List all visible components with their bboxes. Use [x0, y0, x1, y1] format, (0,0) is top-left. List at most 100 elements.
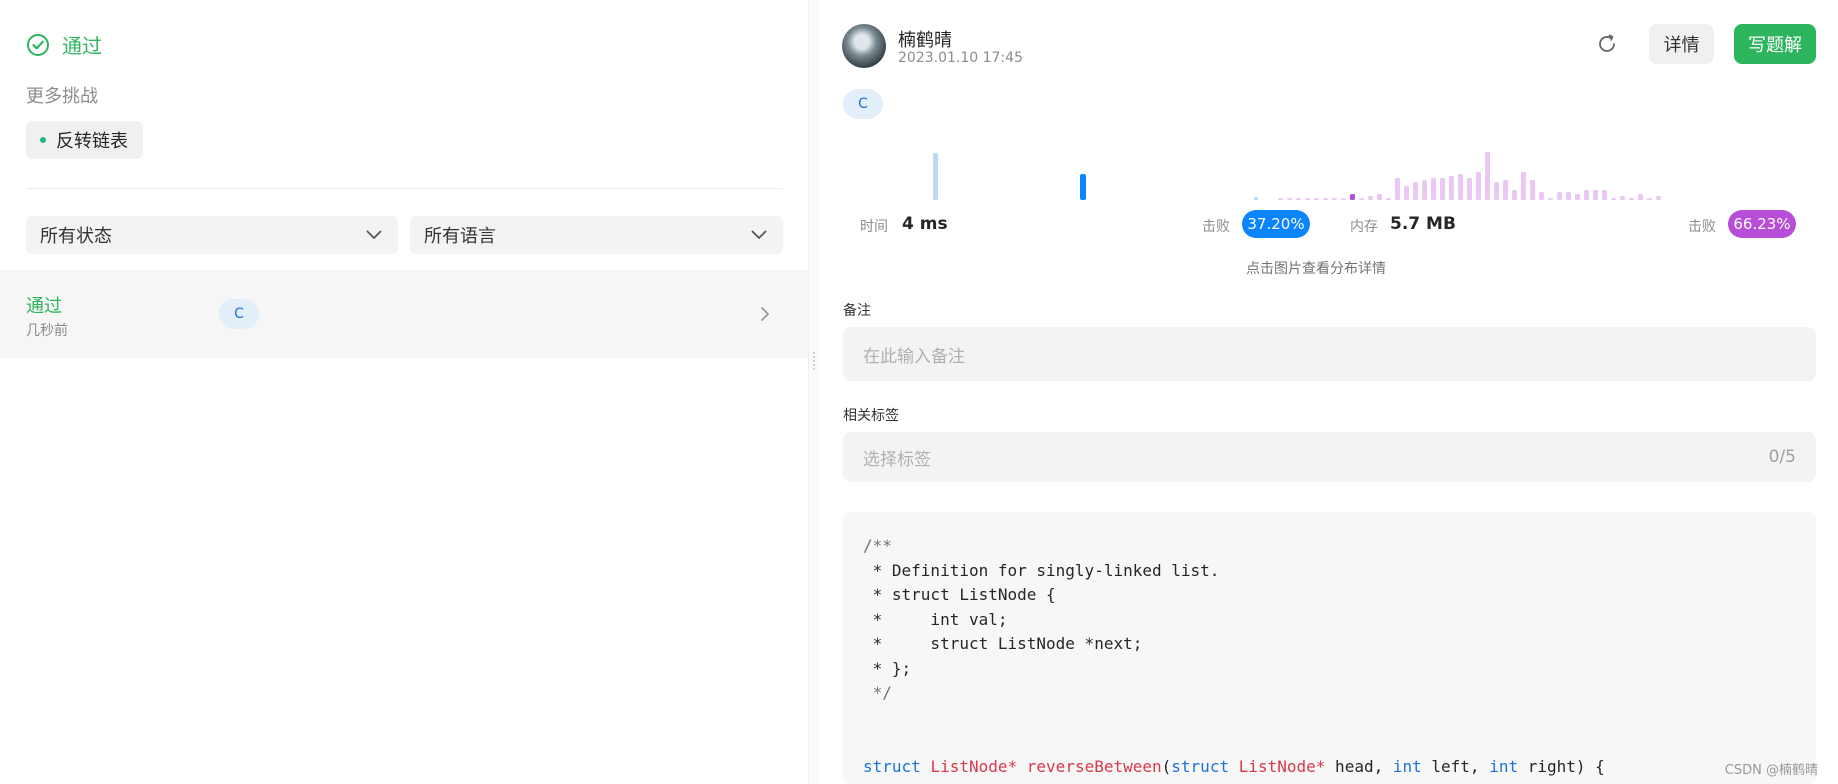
memory-bars — [1278, 152, 1661, 200]
memory-label: 内存 — [1350, 219, 1378, 235]
memory-bar — [1611, 198, 1616, 200]
check-circle-icon — [27, 33, 49, 56]
distribution-chart[interactable] — [842, 136, 1816, 204]
memory-bar — [1647, 198, 1652, 200]
memory-bar — [1422, 180, 1427, 200]
memory-bar — [1458, 174, 1463, 200]
runtime-bar — [1254, 197, 1258, 200]
code-token: * — [1315, 756, 1326, 776]
runtime-value: 4 ms — [902, 214, 948, 234]
memory-bar — [1359, 198, 1364, 200]
code-line: /** — [863, 536, 892, 555]
status-filter-select[interactable]: 所有状态 — [26, 216, 398, 254]
submission-language-badge: C — [219, 299, 259, 329]
divider — [26, 188, 783, 189]
code-token: int — [1489, 756, 1519, 776]
code-token: reverseBetween — [1026, 756, 1162, 776]
code-line: * Definition for singly-linked list. — [863, 560, 1220, 580]
memory-bar — [1449, 176, 1454, 200]
challenge-label: 反转链表 — [56, 131, 128, 152]
memo-input[interactable]: 在此输入备注 — [843, 327, 1816, 381]
code-token: ListNode — [1238, 756, 1316, 776]
memory-bar — [1377, 194, 1382, 200]
memory-bar — [1440, 178, 1445, 200]
memory-bar — [1539, 192, 1544, 200]
language-filter-select[interactable]: 所有语言 — [410, 216, 783, 254]
memory-bar — [1566, 192, 1571, 200]
chart-hint: 点击图片查看分布详情 — [1246, 261, 1386, 277]
memory-bar — [1368, 196, 1373, 200]
memory-bar — [1548, 198, 1553, 200]
code-token: right) { — [1518, 756, 1605, 776]
runtime-beat-badge: 37.20% — [1242, 210, 1310, 238]
memory-bar — [1503, 180, 1508, 200]
memory-bar — [1620, 196, 1625, 200]
submission-detail-panel: 楠鹤晴 2023.01.10 17:45 详情 写题解 C 时间 4 ms 击败… — [820, 0, 1838, 784]
result-status: 通过 — [26, 30, 102, 59]
memory-bar — [1584, 190, 1589, 200]
memory-bar-current — [1350, 194, 1355, 200]
chevron-down-icon — [366, 230, 382, 239]
submissions-panel: 通过 更多挑战 反转链表 所有状态 所有语言 通过 几秒前 C — [0, 0, 808, 784]
write-solution-button[interactable]: 写题解 — [1734, 24, 1816, 64]
code-line: * struct ListNode { — [863, 585, 1056, 604]
code-token: * — [1007, 756, 1018, 776]
watermark: CSDN @楠鹤晴 — [1724, 763, 1818, 778]
memory-bar — [1476, 172, 1481, 200]
code-token: struct — [1171, 756, 1230, 776]
chevron-down-icon — [751, 230, 767, 239]
code-line: * struct ListNode *next; — [863, 634, 1143, 653]
tags-select[interactable]: 选择标签 0/5 — [843, 432, 1816, 482]
code-line: */ — [863, 683, 892, 702]
memory-bar — [1413, 182, 1418, 200]
status-text: 通过 — [62, 34, 102, 58]
memory-bar — [1485, 152, 1490, 200]
memory-bar — [1305, 198, 1310, 200]
challenge-dot — [40, 137, 46, 143]
code-token: ( — [1161, 756, 1172, 776]
memory-bar — [1296, 198, 1301, 200]
chevron-right-icon — [761, 307, 769, 321]
memory-bar — [1404, 186, 1409, 200]
runtime-bar-current — [1080, 174, 1086, 200]
memory-bar — [1314, 198, 1319, 200]
submission-row[interactable]: 通过 几秒前 C — [0, 270, 808, 358]
splitter-grip[interactable] — [813, 352, 815, 370]
avatar[interactable] — [842, 24, 886, 68]
runtime-label: 时间 — [860, 219, 888, 235]
memory-bar — [1395, 178, 1400, 200]
refresh-icon[interactable] — [1595, 32, 1619, 56]
memo-label: 备注 — [843, 303, 871, 319]
memory-bar — [1332, 198, 1337, 200]
memory-bar — [1602, 190, 1607, 200]
tags-placeholder: 选择标签 — [863, 449, 931, 470]
memory-bar — [1575, 194, 1580, 200]
memory-value: 5.7 MB — [1390, 214, 1456, 234]
code-signature-line: struct ListNode* reverseBetween(struct L… — [863, 755, 1796, 780]
memory-bar — [1557, 192, 1562, 200]
runtime-beat-label: 击败 — [1202, 219, 1230, 235]
memo-placeholder: 在此输入备注 — [863, 346, 965, 367]
detail-button[interactable]: 详情 — [1649, 24, 1714, 64]
code-line: * }; — [863, 658, 912, 678]
code-token: ListNode — [930, 756, 1008, 776]
memory-beat-badge: 66.23% — [1728, 210, 1796, 238]
code-viewer[interactable]: /** * Definition for singly-linked list.… — [843, 512, 1816, 784]
submission-time: 几秒前 — [26, 323, 68, 339]
memory-bar — [1512, 190, 1517, 200]
language-filter-value: 所有语言 — [424, 226, 496, 247]
panel-splitter[interactable] — [808, 0, 820, 784]
submission-date: 2023.01.10 17:45 — [898, 50, 1023, 66]
memory-bar — [1494, 182, 1499, 200]
memory-bar — [1521, 172, 1526, 200]
challenge-chip[interactable]: 反转链表 — [26, 121, 143, 159]
user-name[interactable]: 楠鹤晴 — [898, 26, 952, 52]
runtime-bar — [933, 153, 938, 200]
memory-bar — [1287, 198, 1292, 200]
code-line: * int val; — [863, 609, 1008, 629]
memory-bar — [1431, 178, 1436, 200]
memory-bar — [1638, 194, 1643, 200]
more-challenges-title: 更多挑战 — [26, 86, 98, 107]
